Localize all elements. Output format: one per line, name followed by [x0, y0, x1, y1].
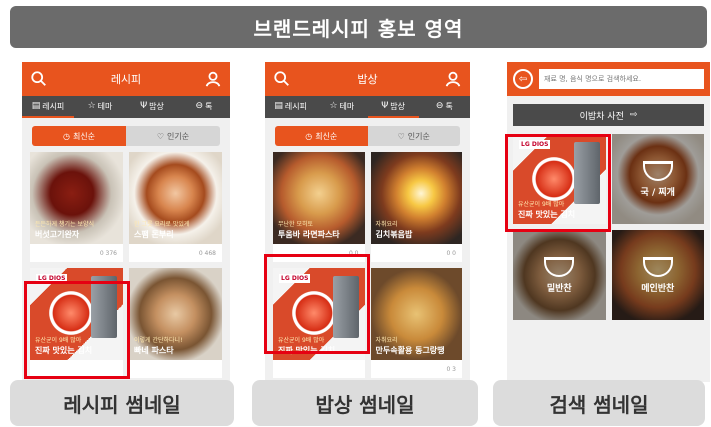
star-icon: ☆: [87, 101, 96, 111]
table-card[interactable]: 자취요리 김치볶음밥 0 0: [370, 152, 462, 262]
recipe-card[interactable]: 한 그릇 요리로 맛있게 스팸 돈부리 0 468: [129, 152, 222, 262]
chat-icon: ⊖: [435, 101, 444, 111]
utensils-icon: Ψ: [140, 101, 148, 111]
tab-theme[interactable]: ☆ 테마: [74, 96, 126, 118]
star-icon: ☆: [329, 101, 338, 111]
screen-title: 레시피: [110, 73, 142, 86]
search-icon[interactable]: [273, 70, 291, 88]
food-image: 이렇게 간단하다니! 빠네 파스타: [129, 268, 222, 360]
tab-bar: ▤ 레시피 ☆ 테마 Ψ 밥상 ⊖ 톡: [22, 96, 230, 118]
label-search-thumbnail: 검색 썸네일: [493, 380, 705, 426]
highlight-box: [264, 254, 370, 354]
tab-table[interactable]: Ψ 밥상: [126, 96, 178, 118]
food-image: 자취요리 김치볶음밥: [370, 152, 462, 244]
recipe-tab-icon: ▤: [31, 101, 41, 111]
card-stats: 0 3: [446, 365, 456, 373]
top-bar: 레시피: [22, 62, 230, 96]
card-stats: 0 0: [446, 249, 456, 257]
sort-toggle: ◷ 최신순 ♡ 인기순: [32, 126, 220, 146]
sort-popular-button[interactable]: ♡ 인기순: [126, 126, 220, 146]
search-input[interactable]: 재료 명, 음식 명으로 검색하세요.: [539, 69, 704, 89]
food-image: 든든하게 챙기는 보양식 버섯고기완자: [30, 152, 123, 244]
screen-title: 밥상: [357, 73, 378, 86]
recipe-card[interactable]: 든든하게 챙기는 보양식 버섯고기완자 0 376: [30, 152, 123, 262]
category-card[interactable]: 메인반찬: [611, 230, 704, 320]
recipe-card[interactable]: 이렇게 간단하다니! 빠네 파스타: [129, 268, 222, 378]
heart-icon: ♡: [156, 131, 165, 141]
clock-icon: ◷: [62, 131, 70, 141]
category-card[interactable]: 국 / 찌개: [611, 134, 704, 224]
chat-icon: ⊖: [195, 101, 204, 111]
card-stats: 0 376: [99, 249, 117, 257]
sort-popular-button[interactable]: ♡ 인기순: [367, 126, 460, 146]
highlight-box: [24, 281, 130, 379]
back-arrow-icon[interactable]: ⇦: [513, 69, 533, 89]
card-stats: 0 468: [198, 249, 216, 257]
side-dish-icon: [544, 256, 575, 277]
tab-bar: ▤ 레시피 ☆ 테마 Ψ 밥상 ⊖ 톡: [265, 96, 470, 118]
food-image: 한 그릇 요리로 맛있게 스팸 돈부리: [129, 152, 222, 244]
user-icon[interactable]: [444, 70, 462, 88]
food-image: 자취요리 만두속활용 동그랑땡: [370, 268, 462, 360]
recipe-tab-icon: ▤: [274, 101, 283, 111]
tab-theme[interactable]: ☆ 테마: [316, 96, 367, 118]
highlight-box: [505, 134, 611, 232]
label-table-thumbnail: 밥상 썸네일: [252, 380, 478, 426]
utensils-icon: Ψ: [381, 101, 389, 111]
table-card[interactable]: 자취요리 만두속활용 동그랑땡 0 3: [370, 268, 462, 378]
tab-talk[interactable]: ⊖ 톡: [178, 96, 230, 118]
label-recipe-thumbnail: 레시피 썸네일: [10, 380, 234, 426]
search-icon[interactable]: [30, 70, 48, 88]
category-card[interactable]: 밑반찬: [513, 230, 606, 320]
table-card[interactable]: 무난한 모히토 투움바 라면파스타 0 0: [273, 152, 365, 262]
tab-table[interactable]: Ψ 밥상: [367, 96, 419, 118]
arrow-right-icon: ⇨: [629, 110, 638, 120]
food-image: 무난한 모히토 투움바 라면파스타: [273, 152, 365, 244]
top-bar: 밥상: [265, 62, 470, 96]
fish-icon: [642, 256, 673, 277]
sort-latest-button[interactable]: ◷ 최신순: [32, 126, 126, 146]
dictionary-button[interactable]: 이밥차 사전 ⇨: [513, 104, 704, 126]
bowl-icon: [642, 160, 673, 181]
sort-toggle: ◷ 최신순 ♡ 인기순: [275, 126, 460, 146]
user-icon[interactable]: [204, 70, 222, 88]
banner-title: 브랜드레시피 홍보 영역: [10, 6, 707, 48]
tab-recipe[interactable]: ▤ 레시피: [265, 96, 316, 118]
tab-talk[interactable]: ⊖ 톡: [419, 96, 470, 118]
sort-latest-button[interactable]: ◷ 최신순: [275, 126, 368, 146]
search-bar: ⇦ 재료 명, 음식 명으로 검색하세요.: [507, 62, 710, 96]
clock-icon: ◷: [305, 131, 313, 141]
tab-recipe[interactable]: ▤ 레시피: [22, 96, 74, 118]
heart-icon: ♡: [397, 131, 405, 141]
